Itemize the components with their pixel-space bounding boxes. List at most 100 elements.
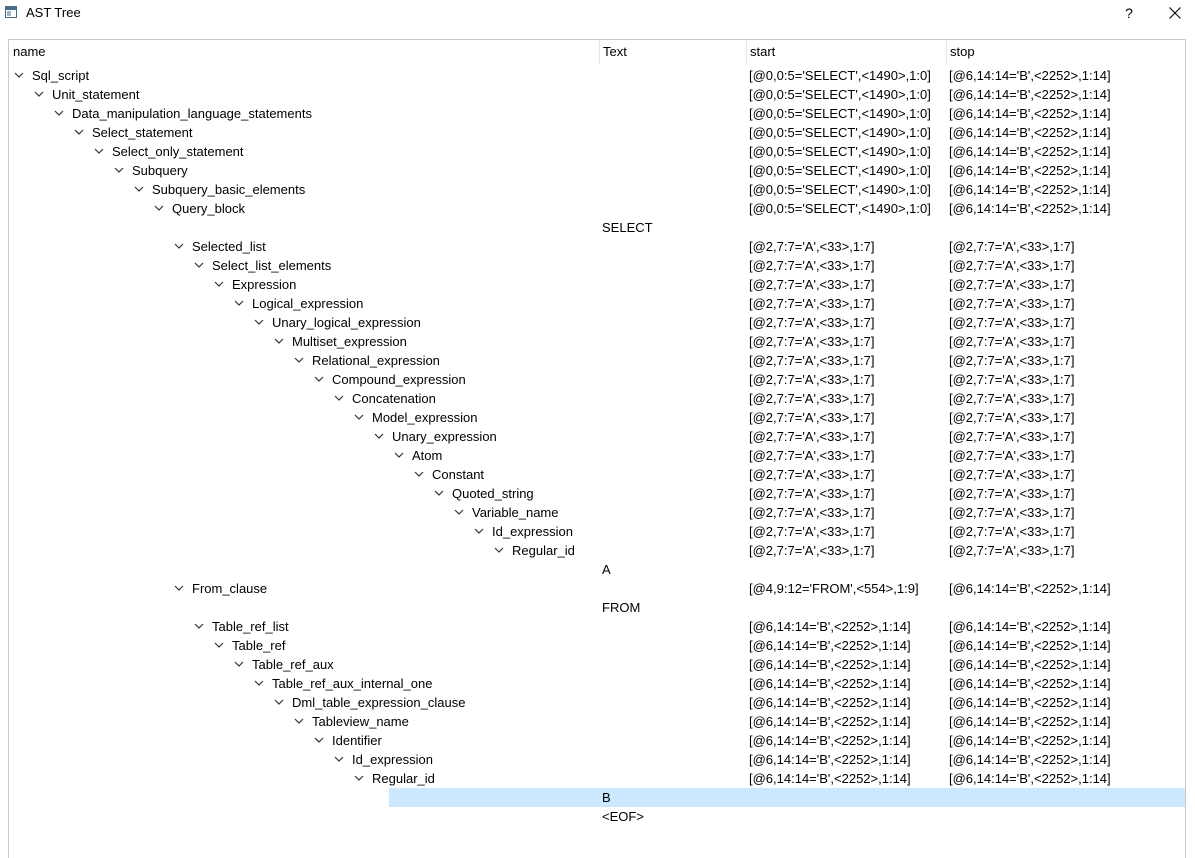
tree-row[interactable]: Compound_expression [@2,7:7='A',<33>,1:7]… (9, 370, 1185, 389)
tree-row[interactable]: Regular_id [@2,7:7='A',<33>,1:7] [@2,7:7='… (9, 541, 1185, 560)
chevron-down-icon[interactable] (74, 127, 84, 137)
node-stop: [@6,14:14='B',<2252>,1:14] (949, 125, 1111, 140)
chevron-down-icon[interactable] (94, 146, 104, 156)
chevron-down-icon[interactable] (394, 450, 404, 460)
chevron-down-icon[interactable] (434, 488, 444, 498)
node-name: Sql_script (32, 68, 90, 83)
chevron-down-icon[interactable] (154, 203, 164, 213)
chevron-down-icon[interactable] (14, 70, 24, 80)
tree-row[interactable]: Data_manipulation_language_statements [@0… (9, 104, 1185, 123)
tree-row[interactable]: Relational_expression [@2,7:7='A',<33>,1:… (9, 351, 1185, 370)
tree-row[interactable]: From_clause [@4,9:12='FROM',<554>,1:9] [@6… (9, 579, 1185, 598)
node-start: [@0,0:5='SELECT',<1490>,1:0] (749, 68, 931, 83)
chevron-down-icon[interactable] (194, 260, 204, 270)
chevron-down-icon[interactable] (494, 545, 504, 555)
tree-row[interactable]: Logical_expression [@2,7:7='A',<33>,1:7] [… (9, 294, 1185, 313)
chevron-down-icon[interactable] (314, 374, 324, 384)
tree-row[interactable]: Unary_expression [@2,7:7='A',<33>,1:7] [@2… (9, 427, 1185, 446)
help-button[interactable]: ? (1113, 0, 1145, 27)
tree-row[interactable]: B (9, 788, 1185, 807)
chevron-down-icon[interactable] (54, 108, 64, 118)
tree-row[interactable]: Quoted_string [@2,7:7='A',<33>,1:7] [@2,7:… (9, 484, 1185, 503)
chevron-down-icon[interactable] (254, 678, 264, 688)
title-bar: AST Tree ? (0, 0, 1195, 27)
chevron-down-icon[interactable] (334, 393, 344, 403)
chevron-down-icon[interactable] (274, 697, 284, 707)
chevron-down-icon[interactable] (174, 241, 184, 251)
tree-row[interactable]: Id_expression [@2,7:7='A',<33>,1:7] [@2,7:… (9, 522, 1185, 541)
tree-row[interactable]: Sql_script [@0,0:5='SELECT',<1490>,1:0] [@… (9, 66, 1185, 85)
node-name: Multiset_expression (292, 334, 407, 349)
tree-row[interactable]: Table_ref_aux [@6,14:14='B',<2252>,1:14] [… (9, 655, 1185, 674)
selection-highlight (389, 788, 1185, 807)
tree-row[interactable]: Select_statement [@0,0:5='SELECT',<1490>,… (9, 123, 1185, 142)
chevron-down-icon[interactable] (274, 336, 284, 346)
node-start: [@0,0:5='SELECT',<1490>,1:0] (749, 125, 931, 140)
tree-row[interactable]: Select_only_statement [@0,0:5='SELECT',<1… (9, 142, 1185, 161)
tree-row[interactable]: Variable_name [@2,7:7='A',<33>,1:7] [@2,7:… (9, 503, 1185, 522)
chevron-down-icon[interactable] (254, 317, 264, 327)
chevron-down-icon[interactable] (314, 735, 324, 745)
tree-row[interactable]: FROM (9, 598, 1185, 617)
tree-row[interactable]: <EOF> (9, 807, 1185, 826)
chevron-down-icon[interactable] (374, 431, 384, 441)
chevron-down-icon[interactable] (454, 507, 464, 517)
tree-row[interactable]: Table_ref_list [@6,14:14='B',<2252>,1:14]… (9, 617, 1185, 636)
tree-row[interactable]: Tableview_name [@6,14:14='B',<2252>,1:14]… (9, 712, 1185, 731)
tree-row[interactable]: Select_list_elements [@2,7:7='A',<33>,1:7… (9, 256, 1185, 275)
tree-row[interactable]: A (9, 560, 1185, 579)
tree-row[interactable]: Selected_list [@2,7:7='A',<33>,1:7] [@2,7:… (9, 237, 1185, 256)
node-stop: [@2,7:7='A',<33>,1:7] (949, 353, 1075, 368)
tree-row[interactable]: Dml_table_expression_clause [@6,14:14='B'… (9, 693, 1185, 712)
chevron-down-icon[interactable] (214, 279, 224, 289)
node-start: [@0,0:5='SELECT',<1490>,1:0] (749, 87, 931, 102)
tree-row[interactable]: Constant [@2,7:7='A',<33>,1:7] [@2,7:7='A'… (9, 465, 1185, 484)
tree-row[interactable]: Id_expression [@6,14:14='B',<2252>,1:14] [… (9, 750, 1185, 769)
tree-row[interactable]: Multiset_expression [@2,7:7='A',<33>,1:7]… (9, 332, 1185, 351)
header-name[interactable]: name (9, 40, 599, 64)
ast-tree-view[interactable]: name Text start stop Sql_script [@0,0:5='… (8, 39, 1186, 858)
tree-row[interactable]: Atom [@2,7:7='A',<33>,1:7] [@2,7:7='A',<33… (9, 446, 1185, 465)
node-start: [@6,14:14='B',<2252>,1:14] (749, 733, 911, 748)
chevron-down-icon[interactable] (134, 184, 144, 194)
chevron-down-icon[interactable] (334, 754, 344, 764)
tree-row[interactable]: Unary_logical_expression [@2,7:7='A',<33>… (9, 313, 1185, 332)
tree-row[interactable]: Query_block [@0,0:5='SELECT',<1490>,1:0] [… (9, 199, 1185, 218)
tree-row[interactable]: Concatenation [@2,7:7='A',<33>,1:7] [@2,7:… (9, 389, 1185, 408)
header-text[interactable]: Text (599, 40, 746, 64)
node-text: <EOF> (602, 809, 644, 824)
chevron-down-icon[interactable] (174, 583, 184, 593)
header-start[interactable]: start (746, 40, 946, 64)
tree-row[interactable]: Unit_statement [@0,0:5='SELECT',<1490>,1:… (9, 85, 1185, 104)
node-text: FROM (602, 600, 641, 615)
tree-row[interactable]: Subquery [@0,0:5='SELECT',<1490>,1:0] [@6,… (9, 161, 1185, 180)
tree-row[interactable]: Expression [@2,7:7='A',<33>,1:7] [@2,7:7='… (9, 275, 1185, 294)
close-button[interactable] (1157, 0, 1191, 27)
tree-row[interactable]: Regular_id [@6,14:14='B',<2252>,1:14] [@6,… (9, 769, 1185, 788)
tree-header: name Text start stop (9, 40, 1185, 64)
chevron-down-icon[interactable] (234, 298, 244, 308)
tree-row[interactable]: Table_ref_aux_internal_one [@6,14:14='B',… (9, 674, 1185, 693)
header-stop[interactable]: stop (946, 40, 1185, 64)
tree-row[interactable]: Table_ref [@6,14:14='B',<2252>,1:14] [@6,1… (9, 636, 1185, 655)
tree-row[interactable]: SELECT (9, 218, 1185, 237)
chevron-down-icon[interactable] (414, 469, 424, 479)
tree-row[interactable]: Identifier [@6,14:14='B',<2252>,1:14] [@6,… (9, 731, 1185, 750)
chevron-down-icon[interactable] (294, 716, 304, 726)
chevron-down-icon[interactable] (214, 640, 224, 650)
node-stop: [@6,14:14='B',<2252>,1:14] (949, 68, 1111, 83)
chevron-down-icon[interactable] (294, 355, 304, 365)
node-start: [@0,0:5='SELECT',<1490>,1:0] (749, 182, 931, 197)
node-text: B (602, 790, 611, 805)
node-stop: [@6,14:14='B',<2252>,1:14] (949, 182, 1111, 197)
chevron-down-icon[interactable] (354, 773, 364, 783)
chevron-down-icon[interactable] (474, 526, 484, 536)
chevron-down-icon[interactable] (194, 621, 204, 631)
tree-row[interactable]: Model_expression [@2,7:7='A',<33>,1:7] [@2… (9, 408, 1185, 427)
chevron-down-icon[interactable] (34, 89, 44, 99)
chevron-down-icon[interactable] (354, 412, 364, 422)
tree-row[interactable]: Subquery_basic_elements [@0,0:5='SELECT',… (9, 180, 1185, 199)
close-icon (1169, 7, 1181, 19)
chevron-down-icon[interactable] (114, 165, 124, 175)
chevron-down-icon[interactable] (234, 659, 244, 669)
